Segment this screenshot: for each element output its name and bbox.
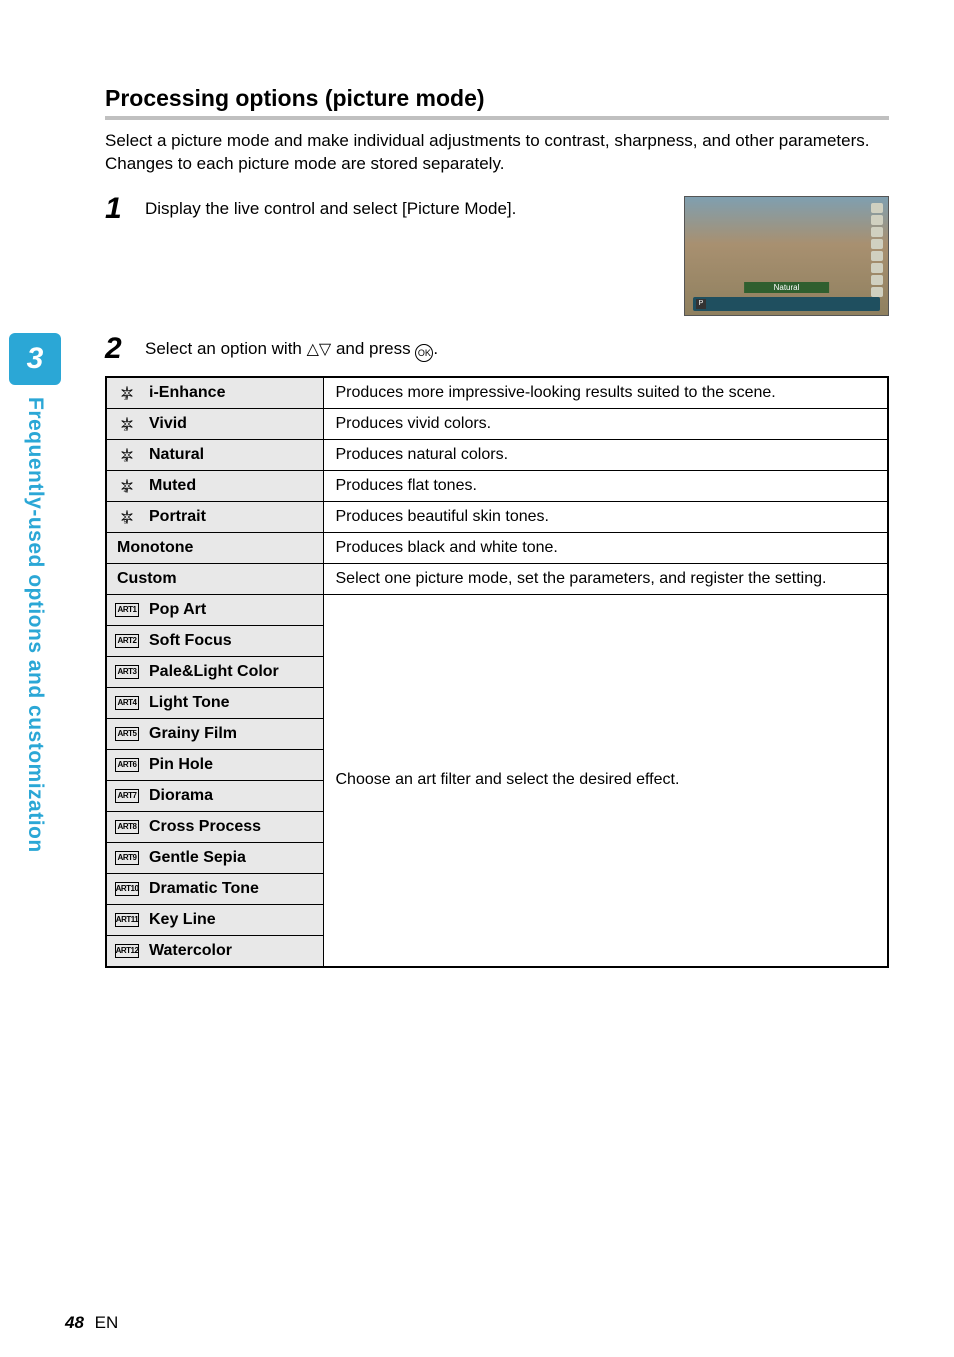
mode-name: Gentle Sepia — [149, 849, 246, 867]
mode-name: Soft Focus — [149, 632, 232, 650]
mode-desc: Select one picture mode, set the paramet… — [323, 563, 888, 594]
page-footer: 48 EN — [65, 1313, 118, 1333]
thumbnail-p-indicator: P — [696, 299, 706, 309]
thumbnail-mode-label: Natural — [744, 282, 830, 293]
mode-desc: Produces beautiful skin tones. — [323, 501, 888, 532]
mode-name: Grainy Film — [149, 725, 237, 743]
art-icon: ART9 — [115, 851, 139, 865]
svg-text:1: 1 — [124, 396, 127, 401]
step-1: 1 Display the live control and select [P… — [105, 194, 674, 224]
page-number: 48 — [65, 1313, 84, 1332]
art-icon: ART10 — [115, 882, 139, 896]
table-row: 1 i-Enhance Produces more impressive-look… — [106, 377, 888, 409]
mode-desc: Produces flat tones. — [323, 470, 888, 501]
side-tab: 3 Frequently-used options and customizat… — [0, 333, 70, 853]
mode-name: i-Enhance — [149, 384, 225, 402]
mode-name: Dramatic Tone — [149, 880, 259, 898]
table-row: 3 Natural Produces natural colors. — [106, 439, 888, 470]
mode-name: Custom — [117, 570, 177, 588]
table-row: Monotone Produces black and white tone. — [106, 532, 888, 563]
picture-mode-table: 1 i-Enhance Produces more impressive-look… — [105, 376, 889, 968]
up-arrow-icon — [307, 339, 319, 358]
table-row: 2 Vivid Produces vivid colors. — [106, 408, 888, 439]
art-filter-desc: Choose an art filter and select the desi… — [323, 594, 888, 967]
step-2: 2 Select an option with and press OK. — [105, 334, 889, 364]
art-icon: ART7 — [115, 789, 139, 803]
mode-desc: Produces natural colors. — [323, 439, 888, 470]
camera-screen-thumbnail: Natural P — [684, 196, 889, 316]
mode-desc: Produces vivid colors. — [323, 408, 888, 439]
star-icon: 3 — [115, 447, 139, 463]
svg-text:3: 3 — [124, 458, 127, 463]
svg-text:2: 2 — [124, 427, 127, 432]
art-icon: ART12 — [115, 944, 139, 958]
step-text: Display the live control and select [Pic… — [145, 194, 674, 219]
step-number: 1 — [105, 194, 135, 224]
mode-name: Diorama — [149, 787, 213, 805]
svg-text:4: 4 — [124, 489, 127, 494]
footer-lang: EN — [95, 1313, 119, 1332]
mode-desc: Produces more impressive-looking results… — [323, 377, 888, 409]
table-row: 4 Muted Produces flat tones. — [106, 470, 888, 501]
mode-desc: Produces black and white tone. — [323, 532, 888, 563]
ok-button-icon: OK — [415, 344, 433, 362]
mode-name: Cross Process — [149, 818, 261, 836]
star-icon: 1 — [115, 385, 139, 401]
mode-name: Monotone — [117, 539, 193, 557]
art-icon: ART1 — [115, 603, 139, 617]
chapter-title-vertical: Frequently-used options and customizatio… — [23, 397, 47, 853]
table-row: ART1Pop Art Choose an art filter and sel… — [106, 594, 888, 625]
mode-name: Vivid — [149, 415, 187, 433]
mode-name: Light Tone — [149, 694, 230, 712]
art-icon: ART8 — [115, 820, 139, 834]
section-heading: Processing options (picture mode) — [105, 85, 889, 120]
table-row: 5 Portrait Produces beautiful skin tones. — [106, 501, 888, 532]
table-row: Custom Select one picture mode, set the … — [106, 563, 888, 594]
chapter-number-box: 3 — [9, 333, 61, 385]
star-icon: 2 — [115, 416, 139, 432]
art-icon: ART6 — [115, 758, 139, 772]
star-icon: 5 — [115, 509, 139, 525]
art-icon: ART11 — [115, 913, 139, 927]
art-icon: ART4 — [115, 696, 139, 710]
intro-paragraph: Select a picture mode and make individua… — [105, 130, 889, 176]
art-icon: ART2 — [115, 634, 139, 648]
step-number: 2 — [105, 334, 135, 364]
svg-text:5: 5 — [124, 520, 127, 525]
art-icon: ART5 — [115, 727, 139, 741]
mode-name: Muted — [149, 477, 196, 495]
down-arrow-icon — [319, 339, 331, 358]
mode-name: Pin Hole — [149, 756, 213, 774]
thumbnail-bottom-bar: P — [693, 297, 880, 311]
mode-name: Portrait — [149, 508, 206, 526]
mode-name: Watercolor — [149, 942, 232, 960]
step-text: Select an option with and press OK. — [145, 334, 889, 362]
art-icon: ART3 — [115, 665, 139, 679]
mode-name: Key Line — [149, 911, 216, 929]
thumbnail-right-icons — [871, 203, 885, 297]
mode-name: Pale&Light Color — [149, 663, 279, 681]
mode-name: Natural — [149, 446, 204, 464]
mode-name: Pop Art — [149, 601, 206, 619]
star-icon: 4 — [115, 478, 139, 494]
